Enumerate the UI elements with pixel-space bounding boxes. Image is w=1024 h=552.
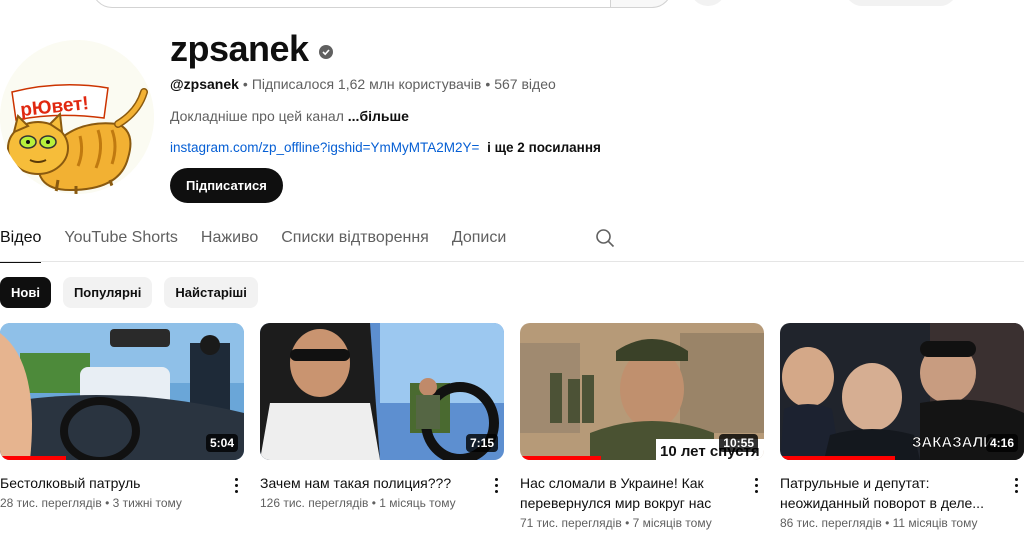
- more-options-icon[interactable]: [1008, 473, 1024, 497]
- video-thumbnail[interactable]: 7:15: [260, 323, 504, 460]
- video-card[interactable]: 5:04 Бестолковый патруль 28 тис. перегля…: [0, 323, 244, 510]
- meta-separator: •: [242, 76, 248, 92]
- video-age: 3 тижні тому: [112, 496, 182, 510]
- more-options-icon[interactable]: [748, 473, 764, 497]
- watched-progress: [780, 456, 895, 460]
- tab-posts[interactable]: Дописи: [452, 222, 506, 262]
- channel-description[interactable]: Докладніше про цей канал ...більше: [170, 108, 409, 124]
- video-views: 86 тис. переглядів: [780, 516, 882, 530]
- video-duration: 4:16: [985, 434, 1018, 452]
- video-duration: 7:15: [465, 434, 498, 452]
- meta-separator: •: [485, 76, 491, 92]
- video-card[interactable]: 7:15 Зачем нам такая полиция??? 126 тис.…: [260, 323, 504, 510]
- cat-illustration: рЮвет!: [0, 40, 154, 194]
- instagram-link[interactable]: instagram.com/zp_offline?igshid=YmMyMTA2…: [170, 140, 479, 155]
- video-meta: 28 тис. переглядів • 3 тижні тому: [0, 496, 182, 510]
- video-meta: 71 тис. переглядів • 7 місяців тому: [520, 516, 712, 530]
- tab-videos[interactable]: Відео: [0, 222, 42, 263]
- subscribe-button[interactable]: Підписатися: [170, 168, 283, 203]
- video-count: 567 відео: [494, 76, 556, 92]
- search-icon[interactable]: [595, 228, 615, 248]
- video-card[interactable]: 10 лет спустя 10:55 Нас сломали в Украин…: [520, 323, 764, 530]
- video-duration: 10:55: [719, 434, 758, 452]
- video-thumbnail[interactable]: 5:04: [0, 323, 244, 460]
- video-duration: 5:04: [205, 434, 238, 452]
- channel-avatar[interactable]: рЮвет!: [0, 40, 154, 194]
- video-views: 71 тис. переглядів: [520, 516, 622, 530]
- video-meta: 126 тис. переглядів • 1 місяць тому: [260, 496, 456, 510]
- video-age: 1 місяць тому: [379, 496, 456, 510]
- about-more-link[interactable]: ...більше: [348, 108, 409, 124]
- video-views: 126 тис. переглядів: [260, 496, 369, 510]
- watched-progress: [0, 456, 66, 460]
- video-title[interactable]: Бестолковый патруль: [0, 473, 244, 493]
- more-options-icon[interactable]: [488, 473, 504, 497]
- search-input[interactable]: [92, 0, 672, 8]
- voice-search-button[interactable]: [690, 0, 726, 6]
- tabs-divider: [0, 261, 1024, 262]
- search-button[interactable]: [610, 0, 672, 8]
- video-thumbnail[interactable]: 10 лет спустя 10:55: [520, 323, 764, 460]
- video-age: 11 місяців тому: [892, 516, 978, 530]
- chip-popular[interactable]: Популярні: [62, 277, 153, 308]
- video-title[interactable]: Зачем нам такая полиция???: [260, 473, 504, 493]
- tab-shorts[interactable]: YouTube Shorts: [64, 222, 178, 262]
- more-links-button[interactable]: і ще 2 посилання: [487, 140, 601, 155]
- channel-meta: @zpsanek • Підписалося 1,62 млн користувач…: [170, 76, 556, 92]
- channel-links: instagram.com/zp_offline?igshid=YmMyMTA2…: [170, 140, 601, 155]
- tab-playlists[interactable]: Списки відтворення: [281, 222, 429, 262]
- thumbnail-overlay-text: ЗАКАЗАЛИ: [912, 434, 994, 451]
- video-age: 7 місяців тому: [632, 516, 712, 530]
- chip-newest[interactable]: Нові: [0, 277, 51, 308]
- subscriber-count: Підписалося 1,62 млн користувачів: [251, 76, 482, 92]
- video-title[interactable]: Патрульные и депутат: неожиданный поворо…: [780, 473, 1024, 513]
- video-thumbnail[interactable]: ЗАКАЗАЛИ 4:16: [780, 323, 1024, 460]
- more-options-icon[interactable]: [228, 473, 244, 497]
- channel-tabs: Відео YouTube Shorts Наживо Списки відтв…: [0, 222, 615, 263]
- channel-handle: @zpsanek: [170, 76, 239, 92]
- tab-live[interactable]: Наживо: [201, 222, 258, 262]
- video-views: 28 тис. переглядів: [0, 496, 102, 510]
- watched-progress: [520, 456, 601, 460]
- chip-oldest[interactable]: Найстаріші: [164, 277, 258, 308]
- about-text: Докладніше про цей канал: [170, 108, 344, 124]
- top-bar-button[interactable]: [845, 0, 957, 6]
- channel-name: zpsanek: [170, 28, 309, 69]
- video-title[interactable]: Нас сломали в Украине! Как перевернулся …: [520, 473, 764, 513]
- verified-badge-icon: [318, 45, 333, 59]
- sort-chips: Нові Популярні Найстаріші: [0, 277, 258, 308]
- video-card[interactable]: ЗАКАЗАЛИ 4:16 Патрульные и депутат: неож…: [780, 323, 1024, 530]
- video-meta: 86 тис. переглядів • 11 місяців тому: [780, 516, 978, 530]
